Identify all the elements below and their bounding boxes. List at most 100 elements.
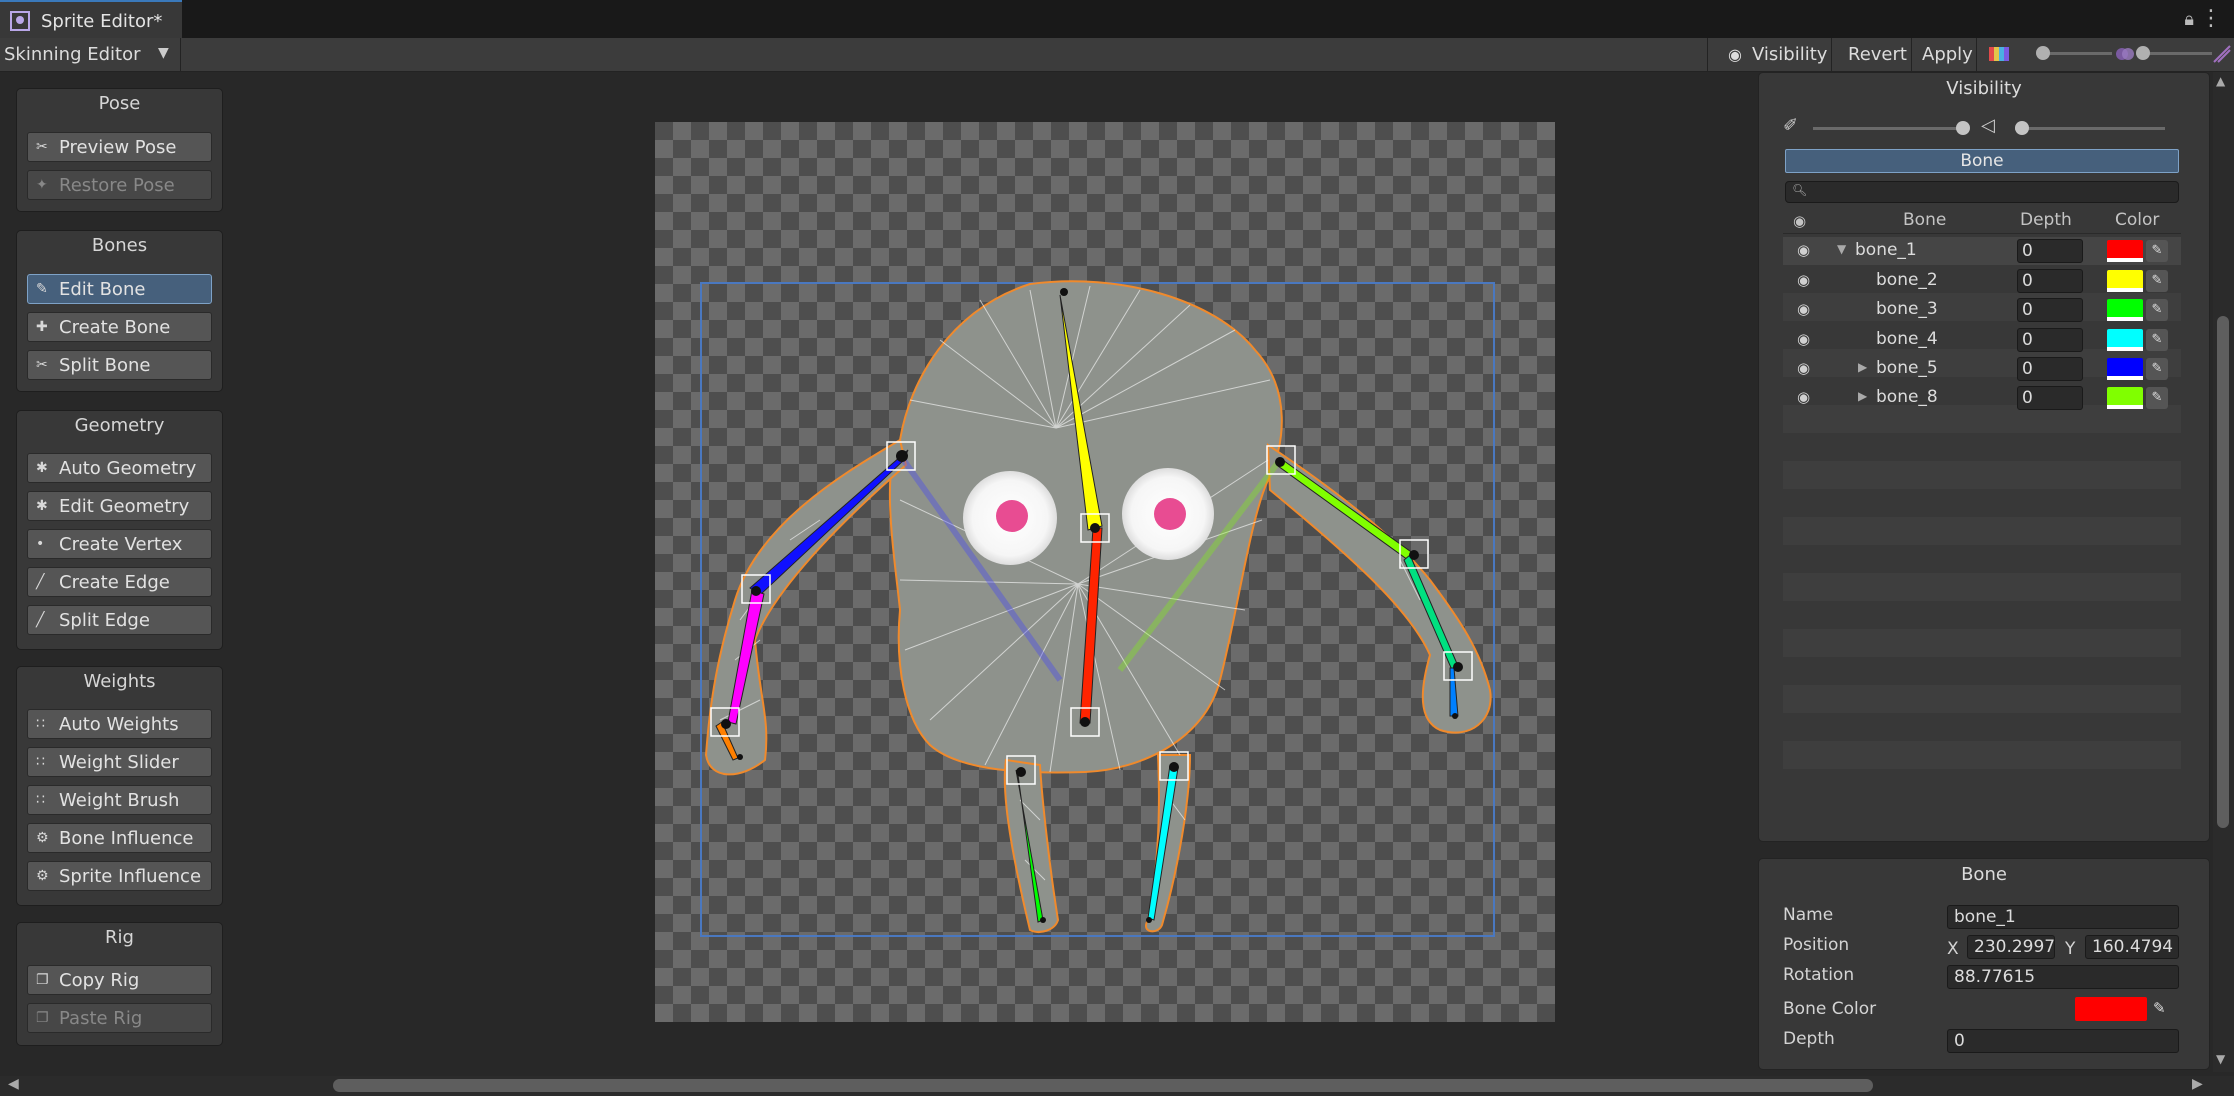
eye-icon[interactable]: ◉ [1797,300,1810,318]
create-vertex-icon: • [36,536,45,552]
bone-color-swatch[interactable] [2075,997,2147,1021]
paste-rig-button[interactable]: ❐ Paste Rig [27,1003,212,1033]
auto-weights-button[interactable]: ∷ Auto Weights [27,709,212,739]
sprite-canvas[interactable] [655,122,1555,1022]
create-vertex-button[interactable]: • Create Vertex [27,529,212,559]
position-x-field[interactable]: 230.2997 [1967,935,2055,959]
depth-field[interactable]: 0 [2017,239,2083,263]
expand-right-icon[interactable]: ▶ [1858,389,1867,403]
color-swatch[interactable] [2107,270,2143,292]
slider-handle[interactable] [2015,121,2029,135]
eye-icon[interactable]: ◉ [1793,212,1806,230]
column-color[interactable]: Color [2115,210,2159,230]
copy-rig-button[interactable]: ❐ Copy Rig [27,965,212,995]
eye-icon[interactable]: ◉ [1797,388,1810,406]
slider-handle[interactable] [1956,121,1970,135]
mode-dropdown[interactable]: Skinning Editor ▼ [0,38,181,71]
revert-button[interactable]: Revert [1831,38,1912,71]
search-input[interactable]: 🔍︎ [1785,181,2179,203]
expand-down-icon[interactable]: ▼ [1837,242,1846,256]
create-bone-button[interactable]: ✚ Create Bone [27,312,212,342]
color-mode-button[interactable] [1976,38,2021,71]
table-row[interactable]: ◉ ▶ bone_5 0 ✎ [1783,355,2181,383]
table-row[interactable]: ◉ ▼ bone_1 0 ✎ [1783,237,2181,265]
table-row[interactable]: ◉ bone_2 0 ✎ [1783,267,2181,295]
vertical-scroll-thumb[interactable] [2217,316,2229,828]
eye-icon[interactable]: ◉ [1797,241,1810,259]
preview-pose-button[interactable]: ✂ Preview Pose [27,132,212,162]
depth-field[interactable]: 0 [2017,298,2083,322]
eyedropper-icon[interactable]: ✎ [2146,358,2168,380]
split-edge-button[interactable]: ╱ Split Edge [27,605,212,635]
edit-bone-button[interactable]: ✎ Edit Bone [27,274,212,304]
bone-name: bone_1 [1855,240,1917,260]
visibility-toggle-button[interactable]: ◉ Visibility [1707,38,1832,71]
scroll-left-icon[interactable]: ◀ [8,1076,19,1092]
sprite-opacity-slider[interactable] [2036,46,2112,60]
mesh-opacity-icon: ◁ [1981,115,1995,136]
depth-field[interactable]: 0 [2017,269,2083,293]
apply-button[interactable]: Apply [1911,38,1977,71]
lock-icon[interactable]: 🔒︎ [2184,9,2194,30]
bone-5[interactable] [749,449,909,596]
depth-field[interactable]: 0 [1947,1029,2179,1053]
eyedropper-icon[interactable]: ✎ [2146,240,2168,262]
split-bone-button[interactable]: ✂ Split Bone [27,350,212,380]
depth-label: Depth [1783,1029,1835,1049]
slider-handle[interactable] [2036,46,2050,60]
column-bone[interactable]: Bone [1903,210,1946,230]
auto-weights-label: Auto Weights [59,714,179,735]
eye-icon[interactable]: ◉ [1797,330,1810,348]
depth-field[interactable]: 0 [2017,357,2083,381]
mode-label: Skinning Editor [4,44,141,65]
column-depth[interactable]: Depth [2020,210,2072,230]
scroll-right-icon[interactable]: ▶ [2192,1076,2203,1092]
horizontal-scrollbar[interactable]: ◀ ▶ [0,1076,2234,1096]
depth-field[interactable]: 0 [2017,386,2083,410]
position-y-field[interactable]: 160.4794 [2085,935,2179,959]
table-row[interactable]: ◉ ▶ bone_8 0 ✎ [1783,384,2181,412]
eye-icon[interactable]: ◉ [1797,271,1810,289]
bone-influence-button[interactable]: ⚙ Bone Influence [27,823,212,853]
expand-right-icon[interactable]: ▶ [1858,360,1867,374]
eyedropper-icon[interactable]: ✎ [2146,329,2168,351]
mesh-opacity-slider[interactable] [2136,46,2212,60]
color-swatch[interactable] [2107,240,2143,262]
table-row[interactable]: ◉ bone_3 0 ✎ [1783,296,2181,324]
sprite-influence-button[interactable]: ⚙ Sprite Influence [27,861,212,891]
scroll-down-icon[interactable]: ▼ [2216,1052,2225,1066]
eyedropper-icon[interactable]: ✎ [2146,387,2168,409]
color-swatch[interactable] [2107,387,2143,409]
more-options-icon[interactable]: ⋮ [2200,6,2222,31]
color-swatch[interactable] [2107,329,2143,351]
tab-bone[interactable]: Bone [1785,149,2179,173]
bones-group-title: Bones [91,235,148,256]
weight-slider-button[interactable]: ∷ Weight Slider [27,747,212,777]
color-swatch[interactable] [2107,358,2143,380]
restore-pose-button[interactable]: ✦ Restore Pose [27,170,212,200]
color-swatch[interactable] [2107,299,2143,321]
name-field[interactable]: bone_1 [1947,905,2179,929]
weights-group: Weights ∷ Auto Weights ∷ Weight Slider ∷… [16,666,223,906]
weight-brush-button[interactable]: ∷ Weight Brush [27,785,212,815]
bone-opacity-slider[interactable] [1813,121,1970,135]
split-edge-icon: ╱ [36,612,45,628]
mesh-opacity-slider[interactable] [2015,121,2165,135]
character-sprite[interactable] [655,122,1555,1022]
vertical-scrollbar[interactable]: ▲ ▼ [2213,72,2234,1072]
edit-geometry-button[interactable]: ✱ Edit Geometry [27,491,212,521]
slider-handle[interactable] [2136,46,2150,60]
sprite-editor-tab[interactable]: Sprite Editor* [0,0,182,40]
bones-group: Bones ✎ Edit Bone ✚ Create Bone ✂ Split … [16,230,223,392]
table-row[interactable]: ◉ bone_4 0 ✎ [1783,326,2181,354]
eyedropper-icon[interactable]: ✎ [2153,999,2166,1017]
create-edge-button[interactable]: ╱ Create Edge [27,567,212,597]
auto-geometry-button[interactable]: ✱ Auto Geometry [27,453,212,483]
scroll-up-icon[interactable]: ▲ [2216,74,2225,88]
depth-field[interactable]: 0 [2017,328,2083,352]
eye-icon[interactable]: ◉ [1797,359,1810,377]
eyedropper-icon[interactable]: ✎ [2146,270,2168,292]
eyedropper-icon[interactable]: ✎ [2146,299,2168,321]
rotation-field[interactable]: 88.77615 [1947,965,2179,989]
horizontal-scroll-thumb[interactable] [333,1079,1873,1092]
